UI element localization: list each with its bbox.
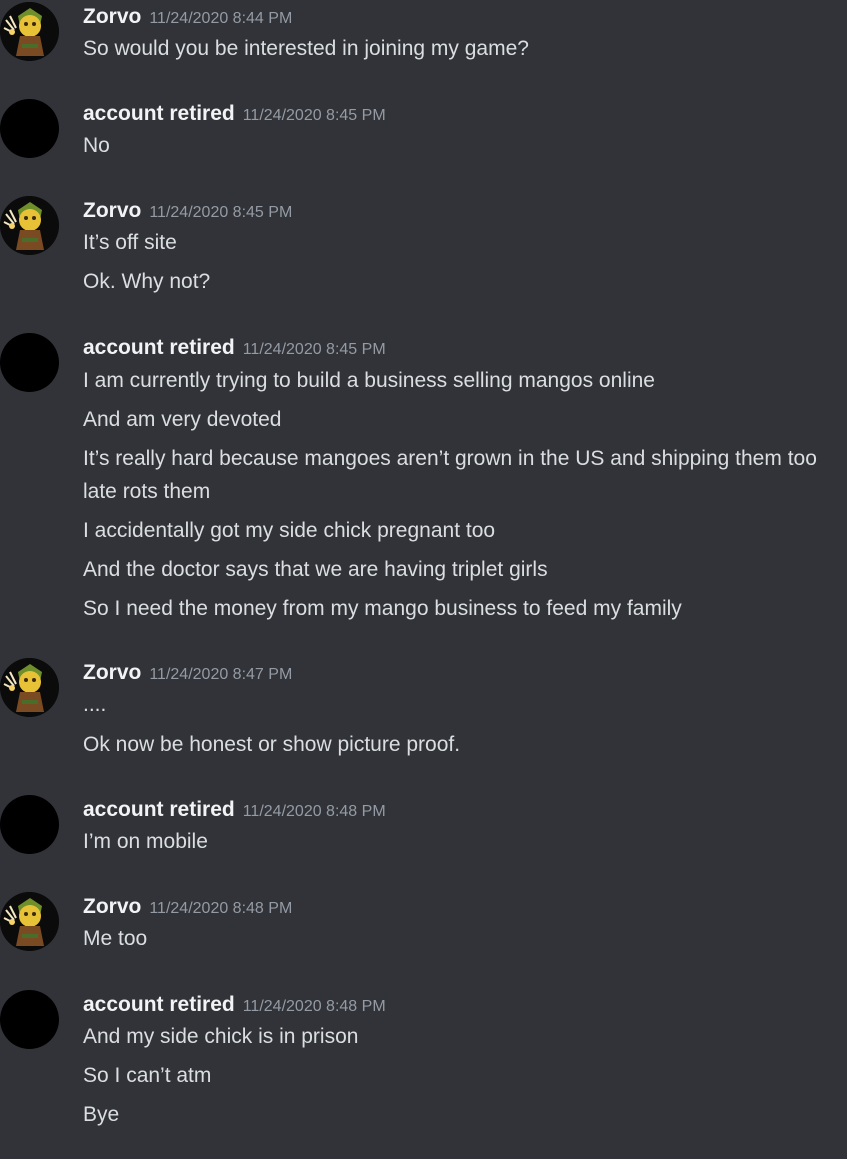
username[interactable]: account retired [83,102,235,125]
timestamp: 11/24/2020 8:45 PM [149,204,293,221]
message-header: account retired 11/24/2020 8:45 PM [83,333,386,363]
message-text: It’s really hard because mangoes aren’t … [83,447,817,503]
timestamp: 11/24/2020 8:48 PM [149,900,293,917]
timestamp: 11/24/2020 8:48 PM [242,998,386,1015]
message-text: I am currently trying to build a busines… [83,369,655,392]
zorvo-avatar-icon [0,2,59,61]
message-text: Ok now be honest or show picture proof. [83,733,461,756]
message-text: .... [83,693,107,716]
chat-log: Zorvo 11/24/2020 8:44 PM So would you be … [0,0,847,1159]
username[interactable]: Zorvo [83,661,141,684]
message-text: So I can’t atm [83,1064,212,1087]
avatar[interactable] [0,658,59,717]
message-header: account retired 11/24/2020 8:45 PM [83,99,386,129]
message-text: It’s off site [83,231,177,254]
message-text: And am very devoted [83,408,282,431]
timestamp: 11/24/2020 8:45 PM [242,107,386,124]
timestamp: 11/24/2020 8:48 PM [242,803,386,820]
message-text: I’m on mobile [83,830,208,853]
avatar[interactable] [0,2,59,61]
zorvo-avatar-icon [0,196,59,255]
message-text: And my side chick is in prison [83,1025,359,1048]
message-text: And the doctor says that we are having t… [83,558,548,581]
username[interactable]: Zorvo [83,199,141,222]
message-header: Zorvo 11/24/2020 8:48 PM [83,892,292,922]
username[interactable]: Zorvo [83,5,141,28]
message-text: No [83,134,110,157]
timestamp: 11/24/2020 8:47 PM [149,666,293,683]
avatar[interactable] [0,795,59,854]
username[interactable]: account retired [83,993,235,1016]
message-text: Bye [83,1103,120,1126]
username[interactable]: account retired [83,336,235,359]
avatar[interactable] [0,196,59,255]
message-header: Zorvo 11/24/2020 8:45 PM [83,196,292,226]
message-text: Ok. Why not? [83,270,211,293]
zorvo-avatar-icon [0,892,59,951]
message-header: account retired 11/24/2020 8:48 PM [83,990,386,1020]
username[interactable]: account retired [83,798,235,821]
message-text: So would you be interested in joining my… [83,37,529,60]
message-header: account retired 11/24/2020 8:48 PM [83,795,386,825]
message-text: So I need the money from my mango busine… [83,597,682,620]
message-header: Zorvo 11/24/2020 8:44 PM [83,2,292,32]
timestamp: 11/24/2020 8:45 PM [242,341,386,358]
message-header: Zorvo 11/24/2020 8:47 PM [83,658,292,688]
avatar[interactable] [0,892,59,951]
username[interactable]: Zorvo [83,895,141,918]
avatar[interactable] [0,990,59,1049]
zorvo-avatar-icon [0,658,59,717]
avatar[interactable] [0,99,59,158]
message-text: I accidentally got my side chick pregnan… [83,519,496,542]
timestamp: 11/24/2020 8:44 PM [149,10,293,27]
avatar[interactable] [0,333,59,392]
message-text: Me too [83,927,148,950]
